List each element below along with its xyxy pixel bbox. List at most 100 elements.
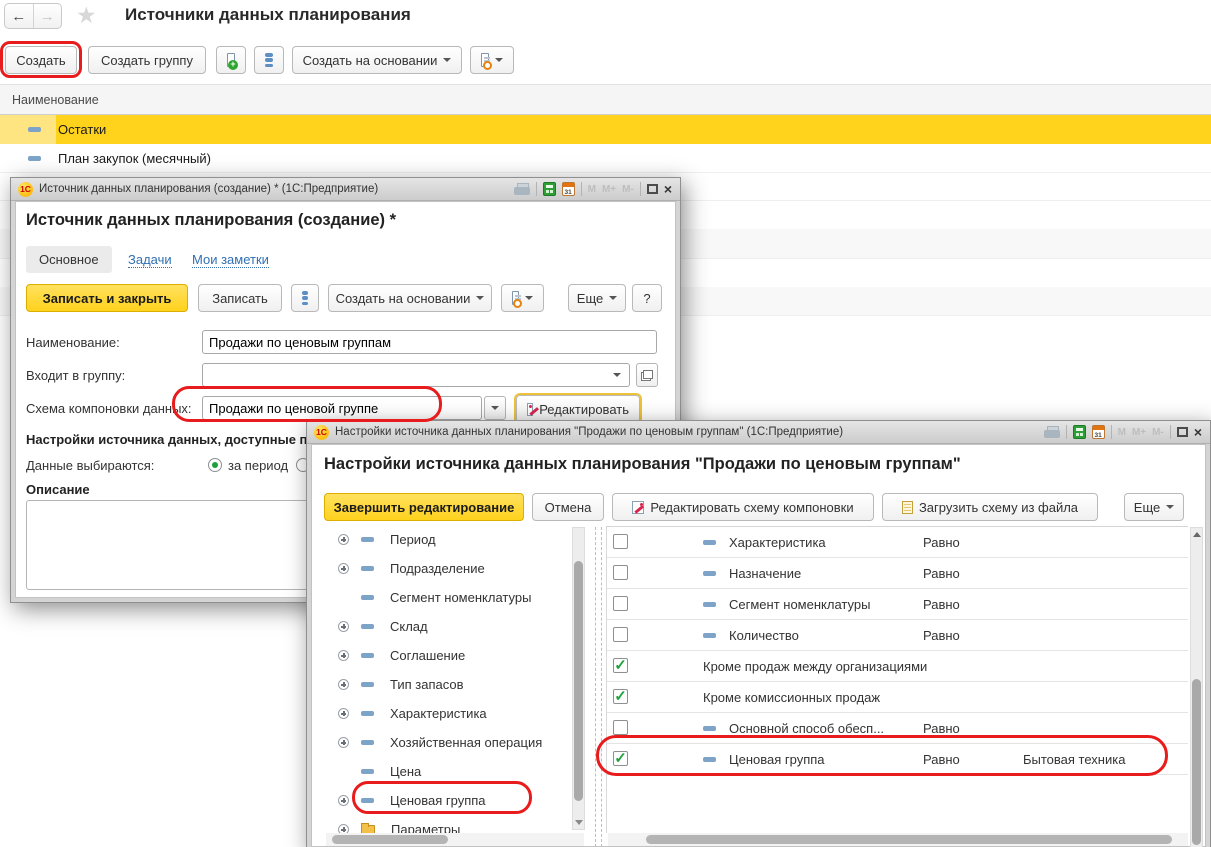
edit-composition-schema-button[interactable]: Редактировать схему компоновки [612,493,874,521]
list-settings-button[interactable] [254,46,284,74]
memory-plus-button[interactable]: M+ [602,184,616,195]
save-and-close-button[interactable]: Записать и закрыть [26,284,188,312]
close-button[interactable]: × [1194,425,1202,439]
tab-my-notes[interactable]: Мои заметки [192,246,269,273]
scrollbar-thumb[interactable] [646,835,1172,844]
tree-vertical-scrollbar[interactable] [572,527,585,830]
name-field[interactable]: Продажи по ценовым группам [202,330,657,354]
save-button[interactable]: Записать [198,284,282,312]
calculator-icon[interactable] [1073,425,1086,439]
tree-item[interactable]: Сегмент номенклатуры [324,583,572,612]
expand-plus-icon[interactable] [338,737,349,748]
scheduled-create-button[interactable] [501,284,544,312]
cancel-button[interactable]: Отмена [532,493,604,521]
conditions-horizontal-scrollbar[interactable] [608,833,1188,846]
print-icon[interactable] [514,183,530,195]
help-button[interactable]: ? [632,284,662,312]
tree-item[interactable]: Тип запасов [324,670,572,699]
expand-plus-icon[interactable] [338,650,349,661]
tree-item[interactable]: Характеристика [324,699,572,728]
create-based-on-button[interactable]: Создать на основании [328,284,492,312]
finish-editing-button[interactable]: Завершить редактирование [324,493,524,521]
list-item-1[interactable]: Остатки [0,115,1211,144]
forward-button[interactable]: → [34,4,62,28]
checkbox-unchecked[interactable] [613,596,628,611]
expand-plus-icon[interactable] [338,621,349,632]
tree-item[interactable]: Соглашение [324,641,572,670]
tree-item[interactable]: Подразделение [324,554,572,583]
checkbox-unchecked[interactable] [613,534,628,549]
tree-item[interactable]: Ценовая группа [324,786,572,815]
group-open-button[interactable] [636,363,658,387]
expand-plus-icon[interactable] [338,534,349,545]
checkbox-checked[interactable]: ✓ [613,751,628,766]
create-button[interactable]: Создать [5,46,77,74]
dialog1-titlebar[interactable]: 1С Источник данных планирования (создани… [11,178,680,201]
calculator-icon[interactable] [543,182,556,196]
checkbox-checked[interactable]: ✓ [613,689,628,704]
tab-tasks[interactable]: Задачи [128,246,172,273]
memory-plus-button[interactable]: M+ [1132,427,1146,438]
conditions-vertical-scrollbar[interactable] [1190,527,1203,847]
condition-row[interactable]: КоличествоРавно [607,620,1188,651]
print-icon[interactable] [1044,426,1060,438]
scroll-down-icon[interactable] [575,820,583,825]
checkbox-unchecked[interactable] [613,627,628,642]
radio-for-period[interactable] [208,458,222,472]
create-group-button[interactable]: Создать группу [88,46,206,74]
condition-row[interactable]: ✓Кроме продаж между организациями [607,651,1188,682]
memory-button[interactable]: M [588,184,596,195]
condition-row[interactable]: Основной способ обесп...Равно [607,713,1188,744]
favorite-star-icon[interactable]: ★ [76,2,97,29]
list-column-header[interactable]: Наименование [0,84,1211,115]
tree-horizontal-scrollbar[interactable] [326,833,584,846]
more-button[interactable]: Еще [568,284,626,312]
condition-row[interactable]: НазначениеРавно [607,558,1188,589]
tree-item[interactable]: Период [324,525,572,554]
group-dropdown-icon[interactable] [613,373,621,377]
scheduled-create-button[interactable] [470,46,514,74]
condition-row[interactable]: ХарактеристикаРавно [607,527,1188,558]
maximize-button[interactable] [1177,427,1188,437]
calendar-icon[interactable]: 31 [562,182,575,196]
schema-field[interactable]: Продажи по ценовой группе [202,396,482,420]
expand-plus-icon[interactable] [338,795,349,806]
scroll-up-icon[interactable] [1193,532,1201,537]
checkbox-unchecked[interactable] [613,720,628,735]
tab-main[interactable]: Основное [26,246,112,273]
pane-splitter[interactable] [601,527,602,847]
tree-item[interactable]: Хозяйственная операция [324,728,572,757]
scrollbar-thumb[interactable] [574,561,583,801]
copy-item-button[interactable]: + [216,46,246,74]
checkbox-unchecked[interactable] [613,565,628,580]
tree-item[interactable]: Склад [324,612,572,641]
schema-dropdown-button[interactable] [484,396,506,420]
calendar-icon[interactable]: 31 [1092,425,1105,439]
expand-plus-icon[interactable] [338,679,349,690]
edit-schema-button[interactable]: Редактировать [516,395,640,423]
close-button[interactable]: × [664,182,672,196]
maximize-button[interactable] [647,184,658,194]
checkbox-checked[interactable]: ✓ [613,658,628,673]
group-field[interactable] [202,363,630,387]
create-based-on-button[interactable]: Создать на основании [292,46,462,74]
pane-splitter[interactable] [595,527,596,847]
tree-item[interactable]: Цена [324,757,572,786]
condition-row[interactable]: ✓Кроме комиссионных продаж [607,682,1188,713]
memory-minus-button[interactable]: M- [622,184,634,195]
list-item-2[interactable]: План закупок (месячный) [0,144,1211,173]
dialog2-titlebar[interactable]: 1С Настройки источника данных планирован… [307,421,1210,444]
list-settings-button[interactable] [291,284,319,312]
expand-plus-icon[interactable] [338,708,349,719]
back-button[interactable]: ← [5,4,34,28]
condition-row[interactable]: Сегмент номенклатурыРавно [607,589,1188,620]
scrollbar-thumb[interactable] [1192,679,1201,845]
load-schema-from-file-button[interactable]: Загрузить схему из файла [882,493,1098,521]
scrollbar-thumb[interactable] [332,835,448,844]
condition-row[interactable]: ✓Ценовая группаРавноБытовая техника [607,744,1188,775]
memory-minus-button[interactable]: M- [1152,427,1164,438]
memory-button[interactable]: M [1118,427,1126,438]
more-button[interactable]: Еще [1124,493,1184,521]
expand-plus-icon[interactable] [338,563,349,574]
condition-value: Бытовая техника [1023,752,1125,767]
